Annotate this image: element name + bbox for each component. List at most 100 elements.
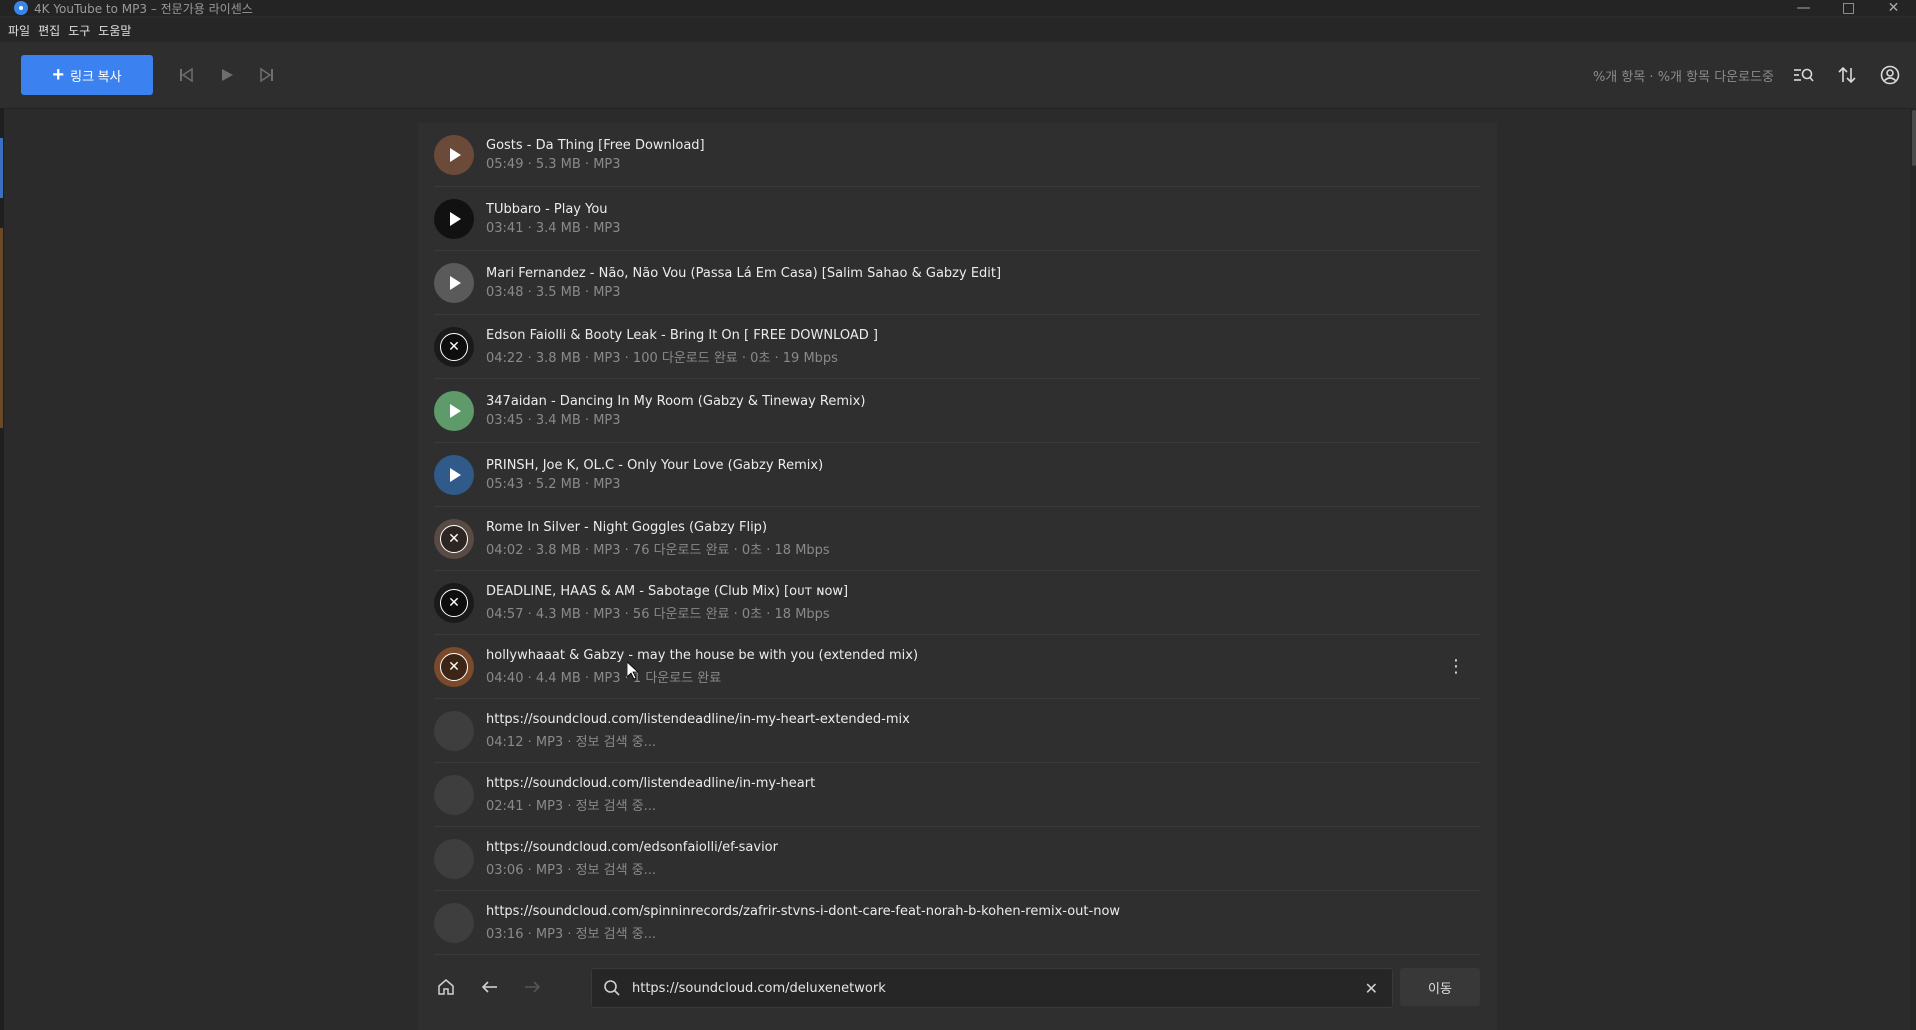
item-text: Gosts - Da Thing [Free Download] 05:49 · … [486, 138, 705, 172]
item-meta: 03:48 · 3.5 MB · MP3 [486, 284, 621, 300]
maximize-icon[interactable]: □ [1826, 0, 1871, 16]
item-meta: 02:41 · MP3 · 정보 검색 중... [486, 798, 657, 814]
cancel-icon: ✕ [440, 588, 468, 617]
menu-file[interactable]: 파일 [4, 22, 34, 39]
close-icon[interactable]: ✕ [1871, 0, 1916, 16]
item-text: PRINSH, Joe K, OL.C - Only Your Love (Ga… [486, 458, 823, 492]
item-meta: 04:40 · 4.4 MB · MP3 · 1 다운로드 완료 [486, 670, 722, 686]
forward-arrow-icon[interactable] [520, 975, 544, 999]
item-text: https://soundcloud.com/edsonfaiolli/ef-s… [486, 840, 778, 878]
paste-link-label: 링크 복사 [70, 68, 122, 84]
download-item[interactable]: https://soundcloud.com/spinninrecords/za… [434, 891, 1481, 955]
item-title: Edson Faiolli & Booty Leak - Bring It On… [486, 327, 878, 343]
item-title: Rome In Silver - Night Goggles (Gabzy Fl… [486, 519, 768, 535]
item-meta: 03:41 · 3.4 MB · MP3 [486, 220, 621, 236]
go-button[interactable]: 이동 [1400, 968, 1480, 1006]
play-icon [450, 147, 461, 162]
scrollbar[interactable] [1910, 108, 1916, 1030]
cancel-icon: ✕ [440, 524, 468, 553]
menu-bar: 파일 편집 도구 도움말 [0, 18, 1916, 42]
menu-edit[interactable]: 편집 [34, 22, 64, 39]
track-thumbnail[interactable] [434, 838, 474, 879]
play-icon[interactable] [216, 64, 238, 86]
download-item[interactable]: ✕ DEADLINE, HAAS & AM - Sabotage (Club Mi… [434, 571, 1481, 635]
track-thumbnail[interactable]: ✕ [434, 582, 474, 623]
item-title: https://soundcloud.com/edsonfaiolli/ef-s… [486, 839, 778, 855]
track-thumbnail[interactable] [434, 134, 474, 175]
left-edge-blue [0, 138, 3, 198]
skip-next-icon[interactable] [256, 64, 278, 86]
account-icon[interactable] [1877, 62, 1903, 88]
back-arrow-icon[interactable] [478, 975, 502, 999]
item-text: https://soundcloud.com/spinninrecords/za… [486, 904, 1120, 942]
item-text: https://soundcloud.com/listendeadline/in… [486, 712, 910, 750]
download-item[interactable]: TUbbaro - Play You 03:41 · 3.4 MB · MP3 [434, 187, 1481, 251]
download-list: Gosts - Da Thing [Free Download] 05:49 · … [434, 123, 1481, 955]
download-item[interactable]: ✕ Edson Faiolli & Booty Leak - Bring It O… [434, 315, 1481, 379]
item-title: Gosts - Da Thing [Free Download] [486, 137, 705, 153]
download-status-text: %개 항목 · %개 항목 다운로드중 [1592, 70, 1774, 85]
track-thumbnail[interactable] [434, 902, 474, 943]
menu-tools[interactable]: 도구 [64, 22, 94, 39]
item-text: Edson Faiolli & Booty Leak - Bring It On… [486, 328, 878, 366]
item-title: TUbbaro - Play You [486, 201, 608, 217]
item-meta: 05:49 · 5.3 MB · MP3 [486, 156, 621, 172]
item-title: https://soundcloud.com/listendeadline/in… [486, 711, 910, 727]
track-thumbnail[interactable] [434, 710, 474, 751]
track-thumbnail[interactable] [434, 454, 474, 495]
track-thumbnail[interactable] [434, 774, 474, 815]
item-title: PRINSH, Joe K, OL.C - Only Your Love (Ga… [486, 457, 824, 473]
play-icon [450, 211, 461, 226]
clear-icon[interactable]: ✕ [1365, 979, 1378, 998]
scrollbar-thumb[interactable] [1912, 110, 1916, 166]
url-bar: ✕ [591, 968, 1393, 1008]
item-meta: 04:12 · MP3 · 정보 검색 중... [486, 734, 657, 750]
cancel-icon: ✕ [440, 652, 468, 681]
track-thumbnail[interactable] [434, 198, 474, 239]
item-text: https://soundcloud.com/listendeadline/in… [486, 776, 815, 814]
item-title: DEADLINE, HAAS & AM - Sabotage (Club Mix… [486, 583, 849, 599]
search-list-icon[interactable] [1790, 62, 1816, 88]
track-thumbnail[interactable]: ✕ [434, 646, 474, 687]
left-edge-amber [0, 228, 3, 428]
toolbar: + 링크 복사 %개 항목 · %개 항목 다운로드중 [0, 42, 1916, 109]
track-thumbnail[interactable] [434, 262, 474, 303]
home-icon[interactable] [434, 975, 458, 999]
play-icon [450, 467, 461, 482]
download-item[interactable]: PRINSH, Joe K, OL.C - Only Your Love (Ga… [434, 443, 1481, 507]
item-meta: 03:06 · MP3 · 정보 검색 중... [486, 862, 657, 878]
menu-help[interactable]: 도움말 [94, 22, 135, 39]
minimize-icon[interactable]: — [1781, 0, 1826, 16]
url-input[interactable] [630, 979, 1334, 997]
download-item[interactable]: Gosts - Da Thing [Free Download] 05:49 · … [434, 123, 1481, 187]
item-text: 347aidan - Dancing In My Room (Gabzy & T… [486, 394, 865, 428]
paste-link-button[interactable]: + 링크 복사 [21, 55, 153, 95]
download-item[interactable]: 347aidan - Dancing In My Room (Gabzy & T… [434, 379, 1481, 443]
download-item[interactable]: https://soundcloud.com/edsonfaiolli/ef-s… [434, 827, 1481, 891]
app-logo-icon [14, 1, 28, 15]
left-edge [0, 108, 4, 1030]
play-icon [450, 403, 461, 418]
mouse-cursor-icon [627, 662, 639, 680]
item-text: Mari Fernandez - Não, Não Vou (Passa Lá … [486, 266, 1001, 300]
track-thumbnail[interactable]: ✕ [434, 326, 474, 367]
item-meta: 04:22 · 3.8 MB · MP3 · 100 다운로드 완료 · 0초 … [486, 350, 838, 366]
track-thumbnail[interactable]: ✕ [434, 518, 474, 559]
download-panel: Gosts - Da Thing [Free Download] 05:49 · … [418, 123, 1497, 1030]
download-item[interactable]: ✕ Rome In Silver - Night Goggles (Gabzy F… [434, 507, 1481, 571]
item-meta: 04:02 · 3.8 MB · MP3 · 76 다운로드 완료 · 0초 ·… [486, 542, 830, 558]
item-meta: 05:43 · 5.2 MB · MP3 [486, 476, 621, 492]
item-meta: 03:16 · MP3 · 정보 검색 중... [486, 926, 657, 942]
item-title: https://soundcloud.com/listendeadline/in… [486, 775, 816, 791]
download-item[interactable]: ✕ hollywhaaat & Gabzy - may the house be … [434, 635, 1481, 699]
sort-icon[interactable] [1834, 62, 1860, 88]
more-options-icon[interactable]: ⋮ [1447, 655, 1465, 677]
item-text: TUbbaro - Play You 03:41 · 3.4 MB · MP3 [486, 202, 621, 236]
download-item[interactable]: Mari Fernandez - Não, Não Vou (Passa Lá … [434, 251, 1481, 315]
skip-previous-icon[interactable] [175, 64, 197, 86]
item-title: hollywhaaat & Gabzy - may the house be w… [486, 647, 919, 663]
download-item[interactable]: https://soundcloud.com/listendeadline/in… [434, 763, 1481, 827]
download-item[interactable]: https://soundcloud.com/listendeadline/in… [434, 699, 1481, 763]
window-controls: — □ ✕ [1781, 0, 1916, 16]
track-thumbnail[interactable] [434, 390, 474, 431]
